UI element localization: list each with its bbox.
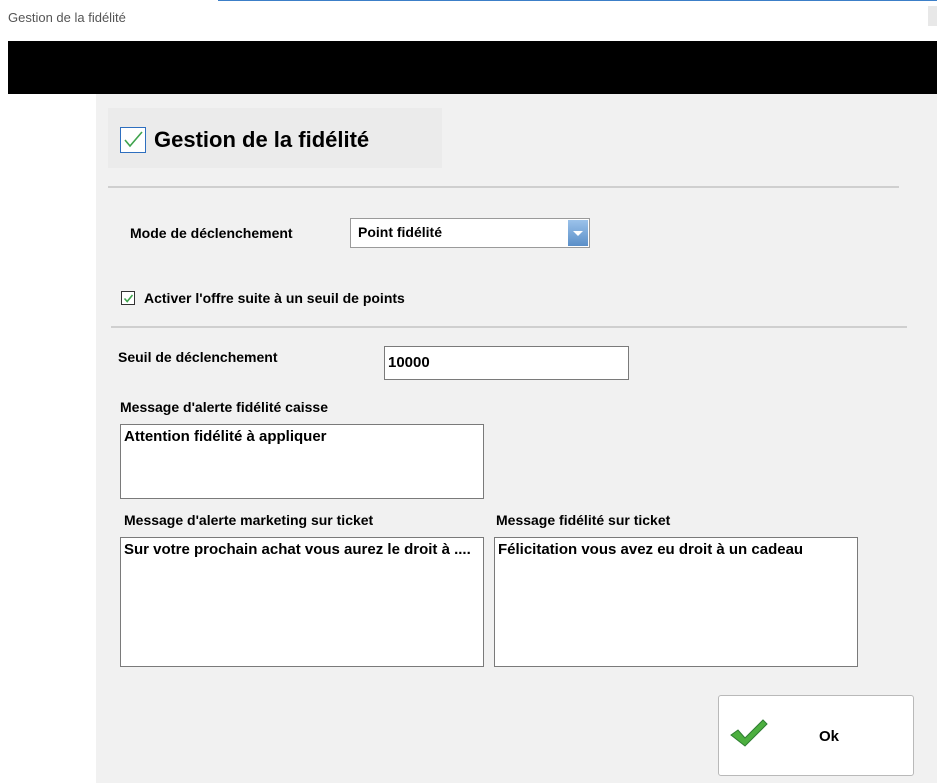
threshold-checkbox-label[interactable]: Activer l'offre suite à un seuil de poin…: [144, 290, 405, 306]
check-icon: [123, 294, 134, 303]
threshold-input[interactable]: 10000: [384, 346, 629, 380]
loyalty-panel: Gestion de la fidélité Mode de déclenche…: [96, 94, 937, 783]
ok-button[interactable]: Ok: [718, 695, 914, 776]
mode-select-value: Point fidélité: [358, 224, 442, 240]
alert-marketing-textarea[interactable]: Sur votre prochain achat vous aurez le d…: [120, 537, 484, 667]
alert-marketing-label: Message d'alerte marketing sur ticket: [124, 512, 374, 528]
title-bar: Gestion de la fidélité: [0, 0, 937, 41]
mode-select[interactable]: Point fidélité: [350, 218, 590, 248]
divider: [108, 186, 899, 188]
checkmark-icon: [730, 719, 768, 747]
header-box: Gestion de la fidélité: [108, 108, 442, 168]
divider: [111, 326, 907, 328]
loyalty-enabled-checkbox[interactable]: [120, 127, 146, 153]
mode-label: Mode de déclenchement: [130, 225, 293, 241]
check-icon: [124, 131, 143, 148]
header-title: Gestion de la fidélité: [154, 127, 370, 152]
window-title: Gestion de la fidélité: [8, 10, 126, 25]
ticket-message-label: Message fidélité sur ticket: [496, 512, 671, 528]
ok-button-label: Ok: [819, 728, 840, 745]
threshold-label: Seuil de déclenchement: [118, 349, 278, 365]
close-button[interactable]: [928, 6, 937, 26]
ticket-message-textarea[interactable]: Félicitation vous avez eu droit à un cad…: [494, 537, 858, 667]
black-banner: [8, 41, 937, 94]
threshold-checkbox[interactable]: [121, 291, 135, 305]
alert-caisse-label: Message d'alerte fidélité caisse: [120, 399, 328, 415]
chevron-down-icon[interactable]: [568, 220, 588, 246]
title-bar-accent-line: [218, 0, 937, 1]
alert-caisse-textarea[interactable]: Attention fidélité à appliquer: [120, 424, 484, 499]
